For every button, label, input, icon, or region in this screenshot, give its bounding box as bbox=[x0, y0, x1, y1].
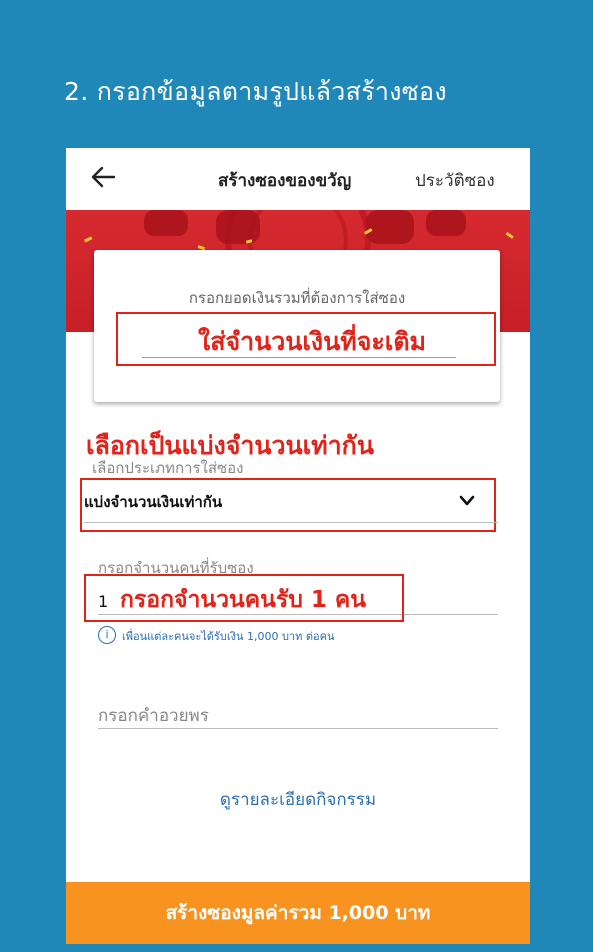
count-annotation: กรอกจำนวนคนรับ 1 คน bbox=[120, 587, 366, 613]
page-title: สร้างซองของขวัญ bbox=[218, 171, 352, 191]
info-icon: i bbox=[98, 626, 116, 644]
info-text: เพื่อนแต่ละคนจะได้รับเงิน 1,000 บาท ต่อค… bbox=[122, 630, 335, 643]
chevron-down-icon[interactable] bbox=[458, 494, 476, 508]
blessing-input[interactable]: กรอกคำอวยพร bbox=[98, 702, 209, 729]
blessing-underline bbox=[98, 728, 498, 729]
type-field-label: เลือกประเภทการใส่ซอง bbox=[92, 459, 244, 477]
back-arrow-icon[interactable] bbox=[88, 162, 118, 192]
type-select[interactable]: แบ่งจำนวนเงินเท่ากัน bbox=[84, 490, 222, 514]
amount-annotation: ใส่จำนวนเงินที่จะเติม bbox=[198, 327, 427, 356]
details-link[interactable]: ดูรายละเอียดกิจกรรม bbox=[66, 786, 530, 813]
top-bar: สร้างซองของขวัญ ประวัติซอง bbox=[66, 148, 530, 210]
amount-label: กรอกยอดเงินรวมที่ต้องการใส่ซอง bbox=[188, 289, 406, 307]
step-title: 2. กรอกข้อมูลตามรูปแล้วสร้างซอง bbox=[64, 77, 447, 106]
history-link[interactable]: ประวัติซอง bbox=[415, 167, 495, 194]
phone-screen: สร้างซองของขวัญ ประวัติซอง กรอกยอดเงินรว… bbox=[66, 148, 530, 944]
create-envelope-button[interactable]: สร้างซองมูลค่ารวม 1,000 บาท bbox=[66, 882, 530, 944]
type-underline bbox=[84, 522, 498, 523]
